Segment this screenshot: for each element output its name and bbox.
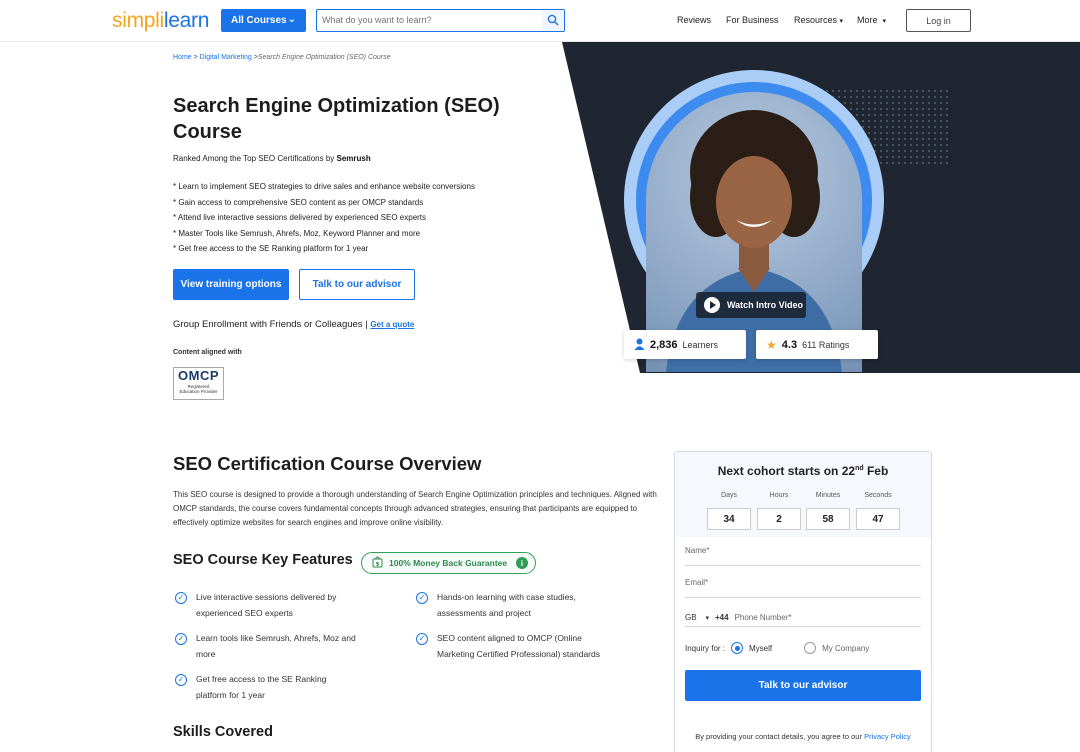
caret-down-icon: ▾ — [839, 18, 844, 25]
breadcrumb-current: Search Engine Optimization (SEO) Course — [257, 54, 391, 61]
email-input[interactable] — [685, 578, 921, 587]
view-training-options-button[interactable]: View training options — [173, 269, 289, 300]
star-icon: ★ — [766, 337, 777, 352]
dial-code: +44 — [714, 612, 729, 622]
search-box — [316, 9, 565, 32]
feature-item: ✓ Learn tools like Semrush, Ahrefs, Moz … — [175, 631, 360, 662]
privacy-disclaimer: By providing your contact details, you a… — [695, 732, 911, 741]
feature-item: ✓ Get free access to the SE Ranking plat… — [175, 672, 350, 703]
radio-myself[interactable] — [731, 642, 744, 654]
feature-item: ✓ SEO content aligned to OMCP (Online Ma… — [416, 631, 601, 662]
countdown-label: Days — [721, 492, 737, 499]
talk-to-advisor-submit-button[interactable]: Talk to our advisor — [685, 670, 921, 701]
check-circle-icon: ✓ — [416, 633, 428, 645]
breadcrumb-digital-marketing[interactable]: Digital Marketing — [200, 54, 252, 61]
countdown-days: 34 — [707, 508, 751, 530]
talk-to-advisor-button[interactable]: Talk to our advisor — [299, 269, 415, 300]
key-features-title: SEO Course Key Features — [173, 552, 353, 568]
omcp-badge: OMCP Registered Education Provider — [173, 367, 224, 400]
site-header: simplilearn All Courses ⌄ Reviews For Bu… — [0, 0, 1080, 42]
simplilearn-logo[interactable]: simplilearn — [112, 9, 209, 33]
play-icon — [704, 297, 720, 313]
nav-for-business[interactable]: For Business — [726, 15, 779, 25]
wallet-icon: $ — [372, 556, 383, 570]
countdown-minutes: 58 — [806, 508, 850, 530]
search-icon[interactable] — [542, 10, 564, 30]
country-select[interactable]: GB ▾ — [685, 613, 709, 622]
nav-resources[interactable]: Resources ▾ — [794, 15, 843, 25]
rating-stat: ★ 4.3 611 Ratings — [756, 330, 878, 359]
inquiry-options: Inquiry for : Myself My Company — [685, 642, 870, 654]
get-a-quote-link[interactable]: Get a quote — [370, 320, 414, 329]
overview-title: SEO Certification Course Overview — [173, 453, 482, 474]
chevron-down-icon: ⌄ — [287, 14, 296, 25]
check-circle-icon: ✓ — [416, 592, 428, 604]
skills-covered-title: Skills Covered — [173, 724, 273, 740]
breadcrumb-home[interactable]: Home — [173, 54, 192, 61]
overview-text: This SEO course is designed to provide a… — [173, 490, 657, 527]
check-circle-icon: ✓ — [175, 592, 187, 604]
phone-input[interactable] — [734, 612, 895, 622]
countdown-hours: 2 — [757, 508, 801, 530]
breadcrumb: Home > Digital Marketing >Search Engine … — [173, 54, 391, 61]
all-courses-button[interactable]: All Courses ⌄ — [221, 9, 306, 32]
check-circle-icon: ✓ — [175, 633, 187, 645]
money-back-guarantee-badge[interactable]: $ 100% Money Back Guarantee i — [361, 552, 536, 574]
user-icon — [634, 338, 645, 352]
ranked-text: Ranked Among the Top SEO Certifications … — [173, 154, 371, 163]
hero-bullets: * Learn to implement SEO strategies to d… — [173, 179, 475, 257]
email-field — [685, 578, 921, 598]
list-item: * Gain access to comprehensive SEO conte… — [173, 197, 424, 207]
name-input[interactable] — [685, 546, 921, 555]
list-item: * Master Tools like Semrush, Ahrefs, Moz… — [173, 228, 421, 238]
group-enrollment: Group Enrollment with Friends or Colleag… — [173, 319, 415, 330]
nav-more[interactable]: More ▾ — [857, 15, 886, 25]
watch-intro-video-button[interactable]: Watch Intro Video — [696, 292, 806, 318]
enquiry-form-card: Next cohort starts on 22nd Feb Days Hour… — [674, 451, 932, 752]
svg-text:$: $ — [376, 562, 380, 568]
phone-field: GB ▾ +44 — [685, 608, 921, 627]
countdown-label: Minutes — [815, 492, 841, 499]
list-item: * Learn to implement SEO strategies to d… — [173, 182, 475, 191]
cohort-start: Next cohort starts on 22nd Feb — [717, 464, 889, 478]
feature-item: ✓ Hands-on learning with case studies, a… — [416, 590, 606, 621]
info-icon[interactable]: i — [516, 557, 528, 569]
check-circle-icon: ✓ — [175, 674, 187, 686]
caret-down-icon: ▾ — [882, 18, 887, 25]
list-item: * Get free access to the SE Ranking plat… — [173, 244, 369, 253]
countdown-label: Seconds — [864, 492, 892, 499]
countdown-label: Hours — [769, 492, 789, 499]
caret-down-icon: ▾ — [705, 614, 709, 622]
page-title: Search Engine Optimization (SEO) Course — [173, 95, 500, 143]
cohort-header: Next cohort starts on 22nd Feb Days Hour… — [675, 452, 931, 537]
learners-stat: 2,836 Learners — [624, 330, 746, 359]
nav-reviews[interactable]: Reviews — [677, 15, 711, 25]
feature-item: ✓ Live interactive sessions delivered by… — [175, 590, 365, 621]
search-input[interactable] — [317, 10, 537, 30]
countdown-seconds: 47 — [856, 508, 900, 530]
login-button[interactable]: Log in — [906, 9, 971, 32]
name-field — [685, 546, 921, 566]
radio-my-company[interactable] — [804, 642, 817, 654]
content-aligned-label: Content aligned with — [173, 349, 242, 356]
list-item: * Attend live interactive sessions deliv… — [173, 213, 427, 222]
privacy-policy-link[interactable]: Privacy Policy — [864, 732, 911, 741]
